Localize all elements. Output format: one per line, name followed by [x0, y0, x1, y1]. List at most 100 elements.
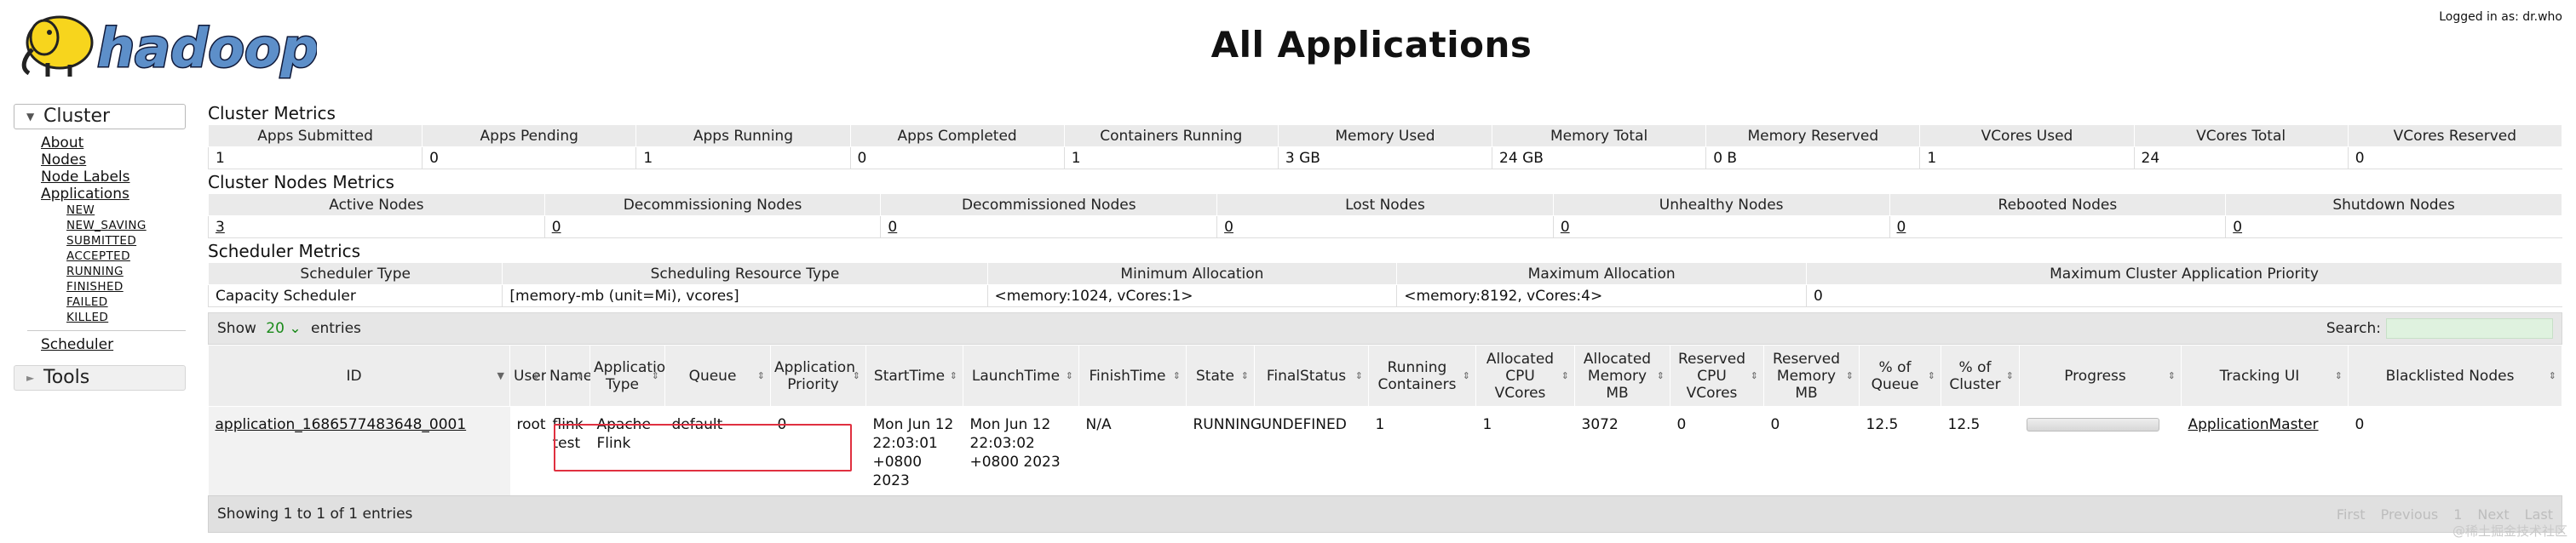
- col-reserved-vcores[interactable]: Reserved CPU VCores ⇕: [1670, 345, 1764, 407]
- col-state[interactable]: State ⇕: [1186, 345, 1255, 407]
- pager-first[interactable]: First: [2337, 506, 2366, 523]
- page-header: hadoop All Applications Logged in as: dr…: [0, 0, 2576, 100]
- metric-header: Scheduler Type: [207, 262, 503, 285]
- pager-next[interactable]: Next: [2477, 506, 2509, 523]
- col-progress[interactable]: Progress ⇕: [2019, 345, 2182, 407]
- sort-icon: ⇕: [651, 369, 659, 381]
- pager-page[interactable]: 1: [2453, 506, 2462, 523]
- nav-state-finished[interactable]: FINISHED: [66, 279, 186, 294]
- col-user[interactable]: User ⇕: [509, 345, 547, 407]
- col-app-type[interactable]: Application Type ⇕: [589, 345, 675, 407]
- scheduler-metrics-table: Scheduler Type Scheduling Resource Type …: [207, 262, 2562, 307]
- sort-icon: ⇕: [1656, 369, 1665, 381]
- sort-icon: ⇕: [1561, 369, 1569, 381]
- active-nodes-link[interactable]: 3: [208, 215, 545, 238]
- col-launch-time[interactable]: LaunchTime ⇕: [963, 345, 1079, 407]
- col-priority[interactable]: Application Priority ⇕: [770, 345, 866, 407]
- decommissioning-nodes-link[interactable]: 0: [543, 215, 881, 238]
- pager-previous[interactable]: Previous: [2381, 506, 2439, 523]
- col-name[interactable]: Name ⇕: [545, 345, 592, 407]
- col-pct-cluster[interactable]: % of Cluster ⇕: [1941, 345, 2020, 407]
- sort-icon: ⇕: [1240, 369, 1249, 381]
- col-tracking-ui[interactable]: Tracking UI ⇕: [2181, 345, 2349, 407]
- nav-about[interactable]: About: [41, 134, 186, 151]
- metric-value: 1: [1919, 146, 2135, 169]
- nav-node-labels[interactable]: Node Labels: [41, 169, 186, 186]
- cell-running-containers: 1: [1375, 416, 1385, 433]
- tools-section-header[interactable]: ► Tools: [14, 365, 186, 391]
- sort-icon: ⇕: [1462, 369, 1470, 381]
- chevron-down-icon: ⌄: [289, 320, 302, 337]
- metric-value: 0 B: [1705, 146, 1920, 169]
- tracking-ui-link[interactable]: ApplicationMaster: [2182, 407, 2349, 496]
- nav-state-running[interactable]: RUNNING: [66, 264, 186, 279]
- nav-applications[interactable]: Applications: [41, 186, 186, 203]
- col-id[interactable]: ID ▼: [208, 345, 510, 407]
- col-pct-queue[interactable]: % of Queue ⇕: [1859, 345, 1941, 407]
- nav-divider: [27, 330, 186, 331]
- nav-state-new[interactable]: NEW: [66, 203, 186, 218]
- col-final-status[interactable]: FinalStatus ⇕: [1254, 345, 1369, 407]
- metric-value: 24: [2133, 146, 2349, 169]
- nav-state-killed[interactable]: KILLED: [66, 310, 186, 325]
- cell-user: root: [516, 416, 546, 433]
- col-running-containers[interactable]: Running Containers ⇕: [1368, 345, 1476, 407]
- sort-icon: ⇕: [1927, 369, 1935, 381]
- col-finish-time[interactable]: FinishTime ⇕: [1078, 345, 1187, 407]
- nav-scheduler[interactable]: Scheduler: [41, 336, 186, 353]
- col-alloc-vcores[interactable]: Allocated CPU VCores ⇕: [1475, 345, 1575, 407]
- col-queue[interactable]: Queue ⇕: [664, 345, 771, 407]
- cell-blacklisted: 0: [2355, 416, 2365, 433]
- sort-icon: ⇕: [2005, 369, 2014, 381]
- rebooted-nodes-link[interactable]: 0: [1889, 215, 2226, 238]
- metric-header: Scheduling Resource Type: [502, 262, 988, 285]
- nav-state-submitted[interactable]: SUBMITTED: [66, 233, 186, 249]
- metric-value: 0: [422, 146, 636, 169]
- cell-reserved-memory: 0: [1770, 416, 1780, 433]
- page-size-control: Show 20 ⌄ entries: [217, 320, 361, 337]
- metric-value: 1: [1063, 146, 1279, 169]
- nav-state-new-saving[interactable]: NEW_SAVING: [66, 218, 186, 233]
- metric-header: Shutdown Nodes: [2225, 193, 2562, 216]
- sort-icon: ⇕: [1065, 369, 1073, 381]
- sort-icon: ⇕: [576, 369, 584, 381]
- col-start-time[interactable]: StartTime ⇕: [865, 345, 963, 407]
- metric-header: VCores Total: [2133, 124, 2349, 147]
- cluster-section-header[interactable]: ▼ Cluster: [14, 104, 186, 129]
- lost-nodes-link[interactable]: 0: [1216, 215, 1554, 238]
- search-input[interactable]: [2386, 318, 2553, 339]
- metric-header: VCores Used: [1919, 124, 2135, 147]
- nav-nodes[interactable]: Nodes: [41, 151, 186, 169]
- unhealthy-nodes-link[interactable]: 0: [1552, 215, 1890, 238]
- metric-header: Lost Nodes: [1216, 193, 1554, 216]
- app-id-link[interactable]: application_1686577483648_0001: [208, 406, 510, 495]
- node-metrics-table: Active Nodes Decommissioning Nodes Decom…: [208, 193, 2562, 238]
- apps-table-footer: Showing 1 to 1 of 1 entries First Previo…: [208, 495, 2562, 533]
- col-alloc-memory[interactable]: Allocated Memory MB ⇕: [1574, 345, 1670, 407]
- search-control: Search:: [2326, 318, 2553, 339]
- sort-icon: ⇕: [1845, 369, 1854, 381]
- metric-header: Memory Total: [1492, 124, 1707, 147]
- metric-header: Active Nodes: [208, 193, 545, 216]
- sort-icon: ⇕: [756, 369, 765, 381]
- show-label: Show: [217, 320, 256, 337]
- pager-last[interactable]: Last: [2525, 506, 2553, 523]
- decommissioned-nodes-link[interactable]: 0: [880, 215, 1217, 238]
- cluster-metrics-title: Cluster Metrics: [208, 103, 336, 123]
- col-blacklisted[interactable]: Blacklisted Nodes ⇕: [2348, 345, 2562, 407]
- sort-icon: ⇕: [949, 369, 957, 381]
- cluster-metrics-table: Apps Submitted Apps Pending Apps Running…: [207, 124, 2563, 169]
- metric-header: Minimum Allocation: [986, 262, 1398, 285]
- shutdown-nodes-link[interactable]: 0: [2225, 215, 2562, 238]
- col-reserved-memory[interactable]: Reserved Memory MB ⇕: [1763, 345, 1860, 407]
- nav-state-accepted[interactable]: ACCEPTED: [66, 249, 186, 264]
- pagination: First Previous 1 Next Last: [2337, 506, 2553, 523]
- watermark: @稀土掘金技术社区: [2452, 523, 2567, 539]
- nav-state-failed[interactable]: FAILED: [66, 294, 186, 310]
- progress-bar: [2026, 418, 2159, 432]
- metric-header: Memory Reserved: [1705, 124, 1921, 147]
- metric-value: Capacity Scheduler: [207, 284, 503, 307]
- page-size-select[interactable]: 20 ⌄: [266, 320, 301, 337]
- cell-final-status: UNDEFINED: [1261, 416, 1347, 433]
- metric-header: Maximum Cluster Application Priority: [1806, 262, 2562, 285]
